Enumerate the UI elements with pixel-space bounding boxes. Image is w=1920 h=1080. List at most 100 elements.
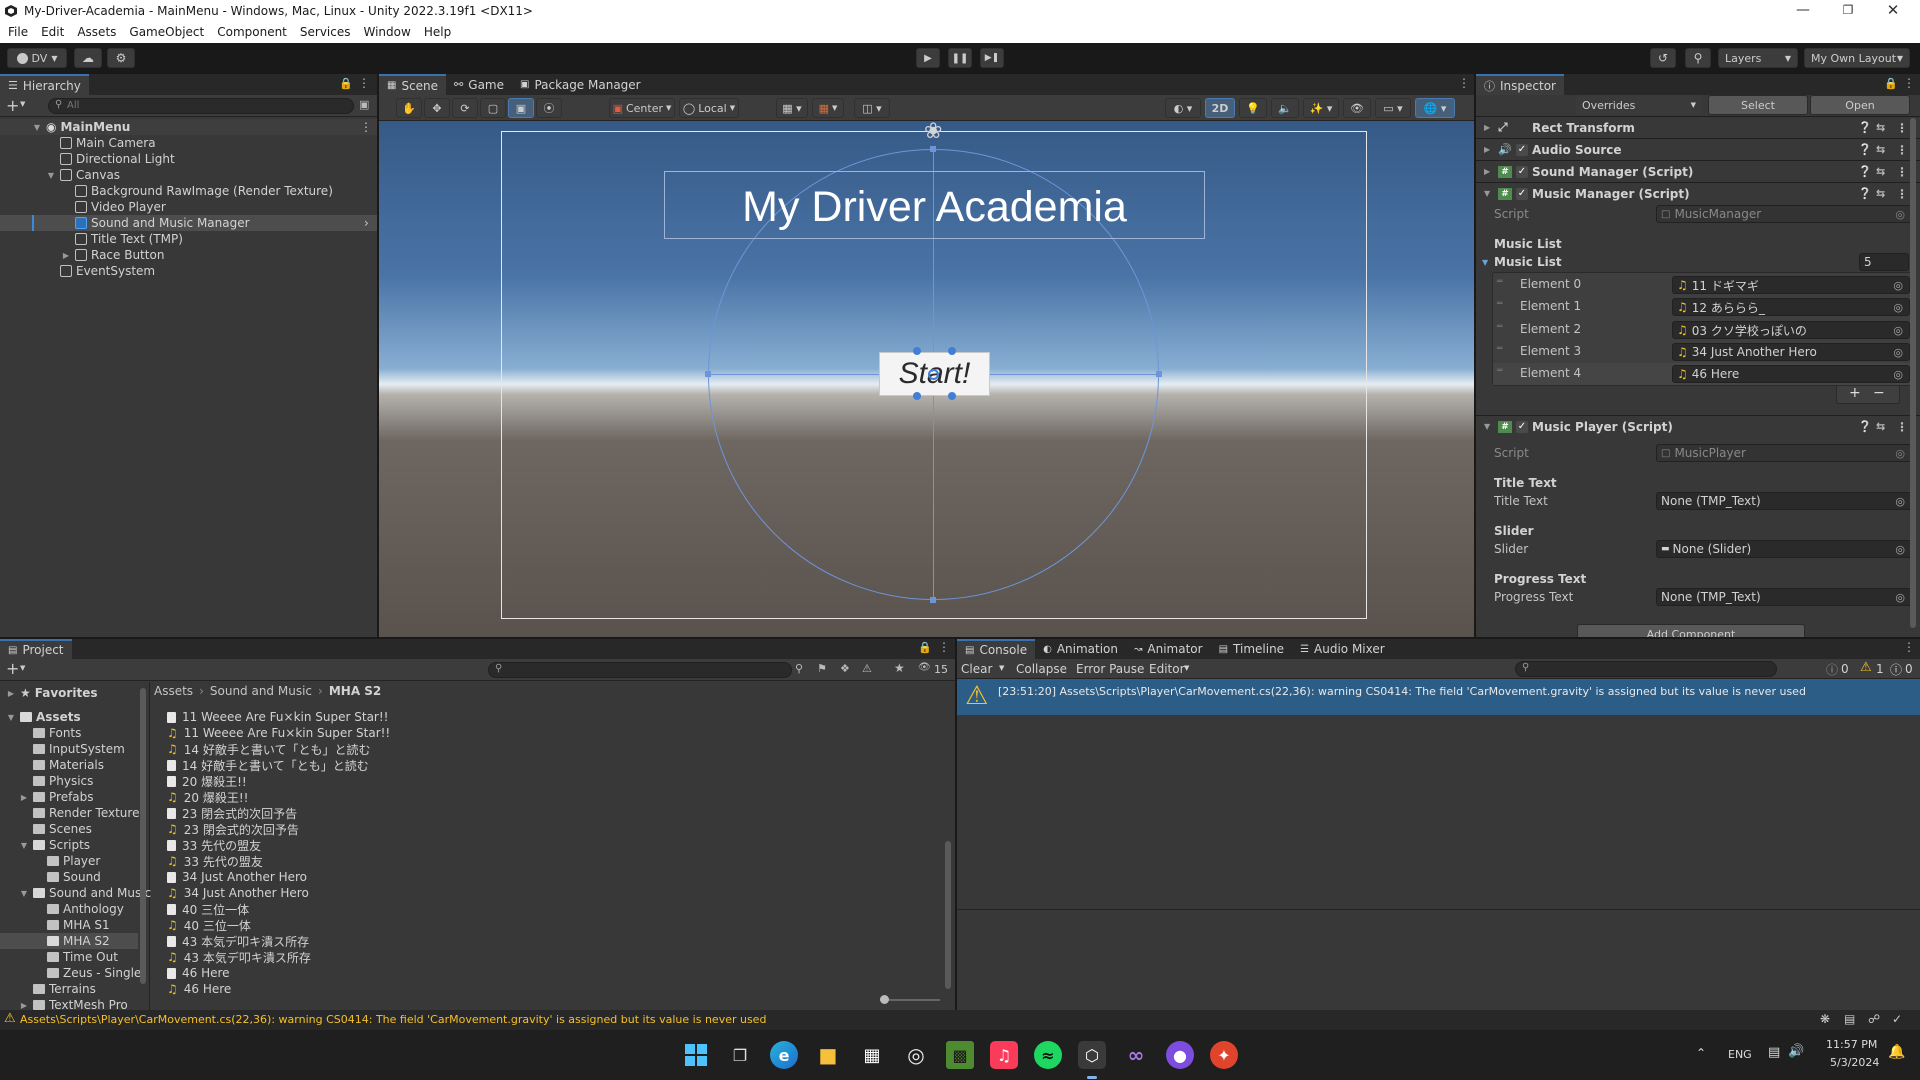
chevron-down-icon[interactable]: ▼ [999, 664, 1004, 672]
editor-dropdown[interactable]: Editor [1149, 662, 1185, 676]
anchor-handle[interactable] [948, 392, 956, 400]
progress-text-field[interactable]: None (TMP_Text) ◎ [1656, 588, 1912, 606]
target-icon[interactable]: ◎ [1895, 543, 1905, 556]
preset-icon[interactable]: ⇆ [1876, 121, 1885, 134]
star-icon[interactable]: ★ [894, 661, 905, 675]
move-tool[interactable]: ✥ [424, 98, 450, 118]
list-item[interactable]: ♫ 33 先代の盟友 [167, 853, 263, 869]
list-item[interactable]: ═ Element 2 ♫ 03 クソ学校っぽいの ◎ [1493, 319, 1913, 341]
expand-arrow-icon[interactable]: ▼ [19, 841, 29, 850]
list-item[interactable]: ♫ 20 爆殺王!! [167, 789, 248, 805]
github-desktop-icon[interactable]: ● [1166, 1041, 1194, 1069]
preset-icon[interactable]: ⇆ [1876, 165, 1885, 178]
preset-icon[interactable]: ⇆ [1876, 420, 1885, 433]
console-search-input[interactable]: ⚲ [1515, 661, 1777, 677]
menu-window[interactable]: Window [364, 25, 411, 39]
layout-dropdown[interactable]: My Own Layout ▼ [1804, 48, 1910, 68]
kebab-menu-icon[interactable]: ⋮ [1896, 187, 1908, 201]
circle-handle[interactable] [930, 146, 936, 152]
hidden-objects-button[interactable]: 👁 [1343, 98, 1371, 118]
tree-folder[interactable]: ▶ Prefabs [19, 789, 94, 805]
chevron-right-icon[interactable]: › [364, 216, 369, 230]
lock-icon[interactable]: 🔒 [918, 641, 932, 654]
minecraft-icon[interactable]: ▩ [946, 1041, 974, 1069]
lock-icon[interactable]: 🔒 [1884, 77, 1898, 90]
list-item[interactable]: ═ Element 0 ♫ 11 ドギマギ ◎ [1493, 274, 1913, 296]
element-object-field[interactable]: ♫ 12 あららら_ ◎ [1672, 298, 1910, 316]
pause-button[interactable]: ❚❚ [948, 48, 972, 68]
enabled-checkbox[interactable]: ✓ [1516, 420, 1528, 433]
help-icon[interactable]: ❔ [1858, 187, 1872, 200]
camera-button[interactable]: ▭ ▾ [1375, 98, 1411, 118]
pivot-dropdown[interactable]: ▣ Center ▼ [609, 98, 675, 118]
kebab-menu-icon[interactable]: ⋮ [1896, 165, 1908, 179]
menu-services[interactable]: Services [300, 25, 351, 39]
console-log-entry[interactable]: ⚠ [23:51:20] Assets\Scripts\Player\CarMo… [957, 679, 1920, 715]
pivot-handle[interactable] [928, 369, 939, 380]
start-icon[interactable] [682, 1041, 710, 1069]
remove-element-button[interactable]: − [1873, 385, 1885, 401]
hierarchy-item-eventsystem[interactable]: EventSystem [60, 263, 155, 279]
circle-handle[interactable] [1156, 371, 1162, 377]
element-object-field[interactable]: ♫ 46 Here ◎ [1672, 365, 1910, 383]
search-by-type-icon[interactable]: ⚲ [795, 662, 803, 675]
target-icon[interactable]: ◎ [1893, 368, 1903, 381]
list-item[interactable]: 46 Here [167, 965, 230, 981]
clock-date[interactable]: 5/3/2024 [1830, 1056, 1879, 1069]
rotate-tool[interactable]: ⟳ [452, 98, 478, 118]
component-rect-transform[interactable]: ▶ ⤢ Rect Transform ❔ ⇆ ⋮ [1476, 116, 1920, 138]
warning-icon[interactable]: ⚠ [1860, 660, 1872, 675]
tree-folder[interactable]: Sound [47, 869, 101, 885]
zoom-slider[interactable] [880, 995, 940, 1004]
store-icon[interactable]: ▦ [858, 1041, 886, 1069]
volume-icon[interactable]: 🔊 [1788, 1044, 1804, 1059]
tree-folder[interactable]: Zeus - Single [47, 965, 141, 981]
step-button[interactable]: ▶❚ [980, 48, 1004, 68]
tree-folder[interactable]: Player [47, 853, 100, 869]
list-item[interactable]: 14 好敵手と書いて「とも」と読む [167, 757, 369, 773]
zoom-slider-handle[interactable] [880, 995, 889, 1004]
list-item[interactable]: ♫ 40 三位一体 [167, 917, 251, 933]
git-client-icon[interactable]: ✦ [1210, 1041, 1238, 1069]
kebab-menu-icon[interactable]: ⋮ [938, 640, 950, 654]
bug-icon[interactable]: ❋ [1820, 1012, 1830, 1026]
console-detail-divider[interactable] [957, 909, 1920, 910]
anchor-handle[interactable] [913, 392, 921, 400]
menu-file[interactable]: File [8, 25, 28, 39]
kebab-menu-icon[interactable]: ⋮ [1896, 121, 1908, 135]
breadcrumb-item[interactable]: Assets [154, 684, 193, 698]
list-item[interactable]: 23 閉会式的次回予告 [167, 805, 297, 821]
tree-scrollbar[interactable] [140, 688, 146, 984]
title-text-field[interactable]: None (TMP_Text) ◎ [1656, 492, 1912, 510]
scene-title-text[interactable]: My Driver Academia [664, 183, 1205, 232]
expand-arrow-icon[interactable]: ▼ [19, 889, 29, 898]
hierarchy-item-title-text[interactable]: Title Text (TMP) [75, 231, 183, 247]
scene-viewport[interactable]: My Driver Academia Start! ❀ [379, 121, 1474, 637]
component-audio-source[interactable]: ▶ 🔊 ✓ Audio Source ❔ ⇆ ⋮ [1476, 138, 1920, 160]
add-icon[interactable]: + [6, 96, 19, 115]
tab-project[interactable]: ▤ Project [0, 639, 72, 659]
grid-snap-button[interactable]: ▦ ▾ [776, 98, 808, 118]
error-icon[interactable]: ⓘ [1890, 661, 1902, 678]
tab-audio-mixer[interactable]: ☰ Audio Mixer [1292, 639, 1393, 659]
drag-handle-icon[interactable]: ═ [1497, 322, 1502, 332]
expand-arrow-icon[interactable]: ▼ [46, 171, 56, 180]
tree-folder[interactable]: Fonts [33, 725, 81, 741]
list-item[interactable]: 40 三位一体 [167, 901, 249, 917]
list-item[interactable]: ♫ 46 Here [167, 981, 231, 997]
close-icon[interactable]: ✕ [1883, 0, 1903, 20]
hierarchy-scene-row[interactable]: ▼ ◉ MainMenu ⋮ [0, 119, 377, 135]
hierarchy-item-selected[interactable]: Sound and Music Manager › [0, 215, 377, 231]
list-item[interactable]: 33 先代の盟友 [167, 837, 261, 853]
list-item[interactable]: 11 Weeee Are Fu×kin Super Star!! [167, 709, 388, 725]
tree-folder[interactable]: Materials [33, 757, 104, 773]
hierarchy-search-input[interactable]: ⚲ All [48, 98, 354, 114]
add-icon[interactable]: + [6, 659, 19, 678]
assets-row[interactable]: ▼ Assets [6, 709, 81, 725]
menu-component[interactable]: Component [217, 25, 287, 39]
breadcrumb-item[interactable]: MHA S2 [329, 684, 381, 698]
expand-arrow-icon[interactable]: ▼ [6, 713, 16, 722]
help-icon[interactable]: ❔ [1858, 165, 1872, 178]
list-item[interactable]: ═ Element 4 ♫ 46 Here ◎ [1493, 363, 1913, 385]
tree-folder[interactable]: Render Textures [33, 805, 146, 821]
